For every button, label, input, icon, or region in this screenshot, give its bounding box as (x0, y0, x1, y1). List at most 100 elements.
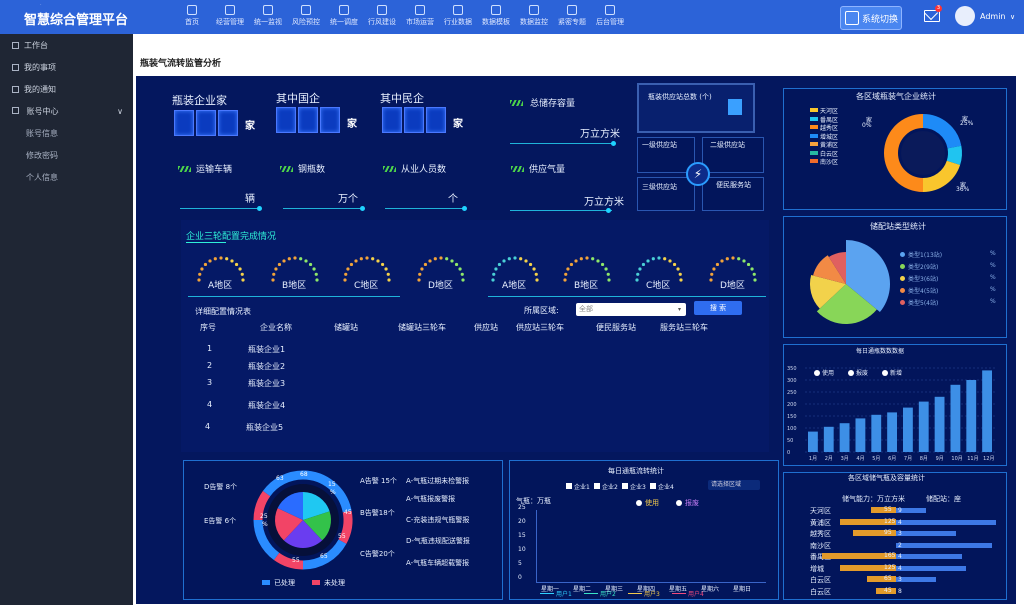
gauge-dot (346, 267, 350, 271)
row-enterprise[interactable]: 瓶装企业5 (246, 422, 283, 433)
weekly-x-tick: 星期日 (733, 586, 752, 593)
row-enterprise[interactable]: 瓶装企业4 (248, 400, 285, 411)
nav-item-4[interactable]: 统一调度 (325, 2, 363, 27)
gauge-dot (277, 262, 282, 267)
chevron-down-icon[interactable]: ∨ (1010, 13, 1015, 21)
gauge-dot (417, 278, 421, 282)
nav-item-2[interactable]: 统一监视 (249, 2, 287, 27)
gauge-label: B地区 (282, 281, 307, 291)
region-unit-left: 储气能力：万立方米 (842, 495, 905, 503)
stripe-icon (383, 166, 396, 172)
gauge-dot (418, 272, 422, 276)
gauge-dot (287, 257, 291, 261)
nav-item-0[interactable]: 首页 (173, 2, 211, 27)
gauge-dot (579, 257, 583, 261)
nav-item-10[interactable]: 紧密专题 (553, 2, 591, 27)
pie-legend-pct: % (990, 262, 996, 269)
weekly-region-select[interactable]: 请选择区域 (708, 480, 760, 490)
gauge-dot (433, 257, 437, 261)
nav-item-5[interactable]: 行风建设 (363, 2, 401, 27)
area-select[interactable]: 全部 (576, 303, 686, 316)
nav-item-9[interactable]: 数据监控 (515, 2, 553, 27)
weekly-y-tick: 10 (518, 546, 526, 553)
user-name[interactable]: Admin (980, 12, 1006, 21)
checkbox[interactable] (650, 483, 656, 489)
app-title[interactable]: 智慧综合管理平台 (24, 9, 128, 28)
avatar[interactable] (955, 6, 975, 26)
nav-item-11[interactable]: 后台管理 (591, 2, 629, 27)
sidebar-subitem-change-password[interactable]: 修改密码 (0, 144, 133, 166)
sidebar-subitem-account-info[interactable]: 账号信息 (0, 122, 133, 144)
pie-legend-name: 类型2(9站) (908, 264, 939, 271)
system-switch-button[interactable]: 系统切换 (840, 6, 902, 30)
nav-item-7[interactable]: 行业数据 (439, 2, 477, 27)
gauge-dot (636, 272, 640, 276)
nav-item-8[interactable]: 数据模板 (477, 2, 515, 27)
table-header: 企业名称 (260, 323, 292, 332)
nav-item-6[interactable]: 市场运营 (401, 2, 439, 27)
nav-icon (567, 5, 577, 15)
donut-label: 36% (956, 186, 970, 193)
gauge-dot (198, 272, 202, 276)
row-enterprise[interactable]: 瓶装企业3 (248, 378, 285, 389)
gauge-dot (387, 278, 391, 282)
user-legend-line (628, 593, 642, 594)
monthly-bar-chart: 0 50 100 150 200 250 300 350 1月 2月 3月 4月 5月 6月 7月 8月 9月 1… (787, 366, 995, 462)
legend-dot-scrap (676, 500, 682, 506)
gauge-label: D地区 (428, 281, 453, 291)
enterprise-option[interactable]: 企业2 (602, 482, 618, 491)
x-tick: 9月 (936, 456, 944, 462)
gauge-dot (384, 267, 388, 271)
grid-icon (12, 85, 19, 93)
storage-dot (611, 141, 616, 146)
cylinders-unit: 万个 (338, 194, 358, 205)
user-legend-line (672, 593, 686, 594)
gauge-dot (200, 267, 204, 271)
table-header: 供应站三轮车 (516, 323, 564, 332)
gauge-dot (272, 272, 276, 276)
gauge-dot (676, 267, 680, 271)
nav-item-1[interactable]: 经营管理 (211, 2, 249, 27)
storage-line (510, 143, 614, 144)
row-enterprise[interactable]: 瓶装企业2 (248, 361, 285, 372)
bar (934, 396, 945, 452)
alarm-value: % (330, 489, 336, 496)
gauge-dot (445, 257, 449, 261)
gauge-dot (646, 259, 650, 263)
region-orange-value: 65 (884, 575, 892, 582)
sidebar-item-notices[interactable]: 我的通知 (0, 78, 133, 100)
x-tick: 12月 (983, 456, 994, 462)
table-header: 便民服务站 (596, 323, 636, 332)
gauge-dot (574, 259, 578, 263)
gauge-dot (225, 257, 229, 261)
gauge-dot (591, 257, 595, 261)
checkbox[interactable] (566, 483, 572, 489)
bar (839, 423, 850, 452)
checkbox[interactable] (622, 483, 628, 489)
y-tick: 200 (787, 402, 797, 408)
enterprise-option[interactable]: 企业3 (630, 482, 646, 491)
legend-swatch (810, 150, 818, 155)
gauge-dot (365, 256, 369, 260)
row-enterprise[interactable]: 瓶装企业1 (248, 344, 285, 355)
region-blue-value: 8 (898, 587, 902, 595)
sidebar-item-workbench[interactable]: 工作台 (0, 34, 133, 56)
sidebar-item-my-tasks[interactable]: 我的事项 (0, 56, 133, 78)
gauge-dot (450, 259, 454, 263)
state-owned-label: 其中国企 (276, 92, 320, 105)
alarm-value: 55 (338, 533, 346, 540)
nav-item-3[interactable]: 风险预控 (287, 2, 325, 27)
x-tick: 11月 (967, 456, 978, 462)
enterprise-option[interactable]: 企业4 (658, 482, 674, 491)
weekly-y-tick: 15 (518, 532, 526, 539)
gauge-dot (731, 256, 735, 260)
gauge-dot (710, 272, 714, 276)
search-button[interactable]: 搜 索 (694, 301, 742, 315)
sidebar-item-account-center[interactable]: 账号中心 ∨ (0, 100, 133, 122)
sidebar-subitem-personal-info[interactable]: 个人信息 (0, 166, 133, 188)
gauge-dot (240, 272, 244, 276)
enterprise-option[interactable]: 企业1 (574, 482, 590, 491)
checkbox[interactable] (594, 483, 600, 489)
digit-box (426, 107, 446, 133)
region-orange-value: 165 (884, 552, 896, 559)
